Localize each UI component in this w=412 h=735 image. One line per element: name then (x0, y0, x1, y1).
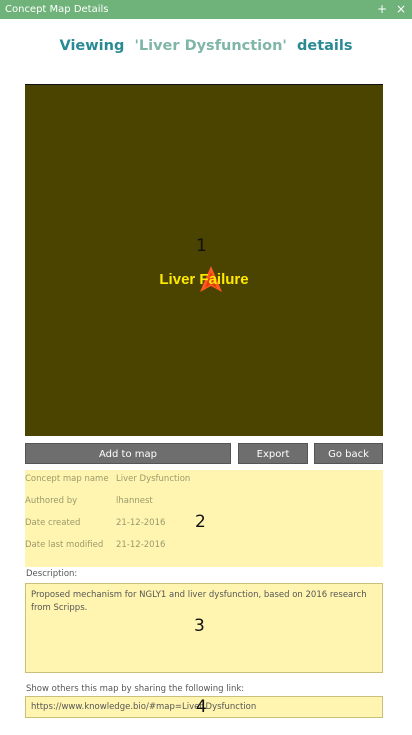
maximize-button[interactable]: + (375, 0, 389, 19)
window-title: Concept Map Details (5, 4, 109, 15)
node-label-liver-failure[interactable]: Liver Failure (25, 271, 383, 288)
add-to-map-button[interactable]: Add to map (25, 443, 231, 464)
window-titlebar: Concept Map Details + × (0, 0, 412, 19)
callout-number-3: 3 (194, 616, 205, 636)
detail-key: Concept map name (25, 474, 109, 484)
share-link-label: Show others this map by sharing the foll… (26, 684, 245, 694)
description-text: Proposed mechanism for NGLY1 and liver d… (31, 590, 367, 613)
concept-map-canvas[interactable]: Liver Failure (25, 84, 383, 436)
detail-key: Authored by (25, 496, 78, 506)
description-label: Description: (26, 569, 78, 579)
callout-number-4: 4 (196, 697, 207, 717)
close-button[interactable]: × (394, 0, 408, 19)
page-title-map-name: 'Liver Dysfunction' (134, 38, 287, 54)
share-link-url: https://www.knowledge.bio/#map=Liver Dys… (31, 702, 257, 712)
detail-key: Date created (25, 518, 81, 528)
detail-value: Liver Dysfunction (116, 474, 191, 484)
page-title-prefix: Viewing (59, 38, 125, 54)
detail-value: 21-12-2016 (116, 518, 166, 528)
callout-number-2: 2 (195, 512, 206, 532)
page-title-suffix: details (296, 38, 353, 54)
detail-key: Date last modified (25, 540, 104, 550)
callout-number-1: 1 (196, 236, 207, 256)
go-back-button[interactable]: Go back (314, 443, 383, 464)
page-title: Viewing 'Liver Dysfunction' details (0, 38, 412, 54)
detail-value: lhannest (116, 496, 153, 506)
detail-value: 21-12-2016 (116, 540, 166, 550)
export-button[interactable]: Export (238, 443, 308, 464)
